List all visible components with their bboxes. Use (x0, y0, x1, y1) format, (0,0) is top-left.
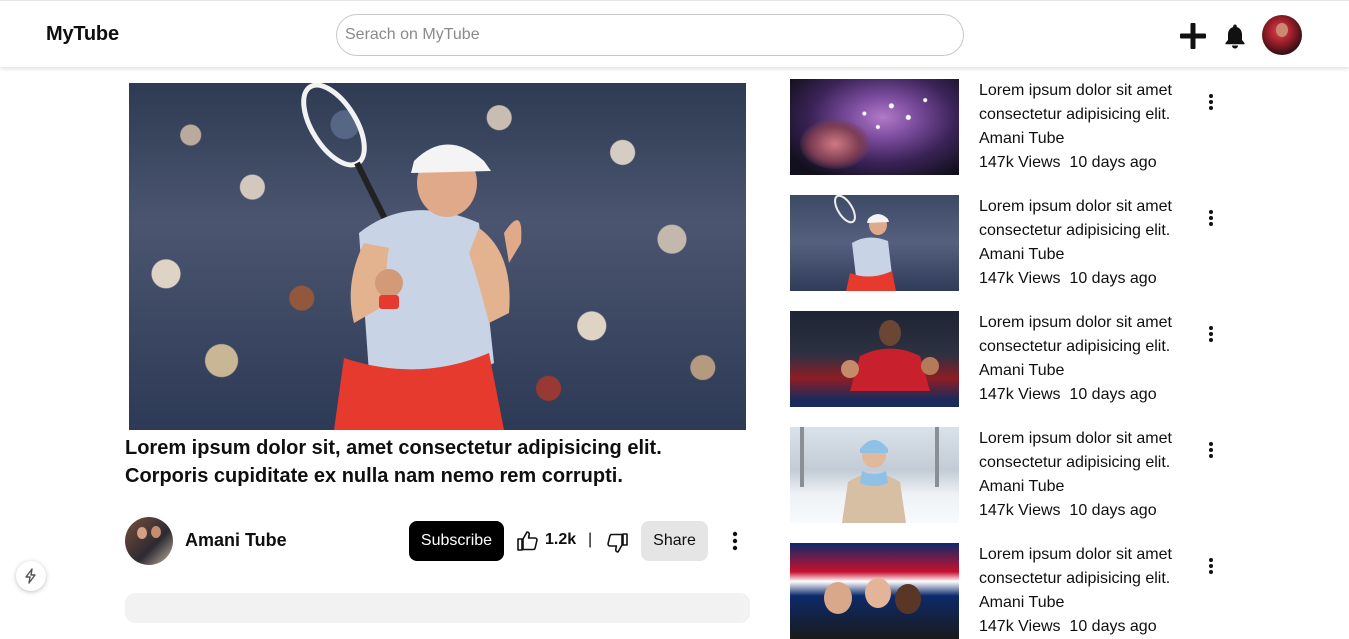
video-frame-image (301, 83, 522, 430)
upload-age: 10 days ago (1069, 618, 1157, 635)
view-count: 147k Views (979, 618, 1061, 635)
recommended-video-title[interactable]: Lorem ipsum dolor sit amet consectetur a… (979, 427, 1189, 475)
view-count: 147k Views (979, 270, 1061, 287)
recommended-video-title[interactable]: Lorem ipsum dolor sit amet consectetur a… (979, 79, 1189, 127)
top-header: MyTube (0, 0, 1349, 67)
upload-age: 10 days ago (1069, 154, 1157, 171)
more-options-icon[interactable] (1203, 91, 1219, 113)
recommended-video[interactable]: Lorem ipsum dolor sit amet consectetur a… (790, 543, 1230, 639)
recommended-video-channel: Amani Tube (979, 478, 1065, 495)
recommended-video[interactable]: Lorem ipsum dolor sit amet consectetur a… (790, 195, 1230, 291)
bolt-icon[interactable] (16, 561, 46, 591)
recommended-video-channel: Amani Tube (979, 130, 1065, 147)
recommended-video-meta: 147k Views 10 days ago (979, 383, 1157, 407)
recommended-video[interactable]: Lorem ipsum dolor sit amet consectetur a… (790, 79, 1230, 175)
bell-icon[interactable] (1224, 23, 1246, 49)
more-options-icon[interactable] (1203, 323, 1219, 345)
view-count: 147k Views (979, 154, 1061, 171)
view-count: 147k Views (979, 502, 1061, 519)
like-divider: | (588, 531, 593, 548)
video-player[interactable] (129, 83, 746, 430)
recommended-video-title[interactable]: Lorem ipsum dolor sit amet consectetur a… (979, 311, 1189, 359)
logo[interactable]: MyTube (46, 23, 119, 46)
upload-age: 10 days ago (1069, 502, 1157, 519)
video-thumbnail[interactable] (790, 427, 959, 523)
recommended-video-meta: 147k Views 10 days ago (979, 499, 1157, 523)
recommended-video[interactable]: Lorem ipsum dolor sit amet consectetur a… (790, 427, 1230, 523)
video-thumbnail[interactable] (790, 543, 959, 639)
recommended-video-channel: Amani Tube (979, 246, 1065, 263)
subscribe-button[interactable]: Subscribe (409, 521, 504, 561)
recommended-video[interactable]: Lorem ipsum dolor sit amet consectetur a… (790, 311, 1230, 407)
channel-avatar[interactable] (125, 517, 173, 565)
channel-name[interactable]: Amani Tube (185, 530, 287, 551)
recommended-video-meta: 147k Views 10 days ago (979, 267, 1157, 291)
recommended-video-title[interactable]: Lorem ipsum dolor sit amet consectetur a… (979, 543, 1189, 591)
recommended-video-meta: 147k Views 10 days ago (979, 151, 1157, 175)
thumbnail-image (800, 427, 939, 523)
video-thumbnail[interactable] (790, 195, 959, 291)
video-thumbnail[interactable] (790, 311, 959, 407)
video-thumbnail[interactable] (790, 79, 959, 175)
description-box[interactable] (125, 593, 750, 623)
thumbs-up-icon[interactable] (516, 529, 540, 553)
recommended-video-channel: Amani Tube (979, 594, 1065, 611)
recommended-video-title[interactable]: Lorem ipsum dolor sit amet consectetur a… (979, 195, 1189, 243)
user-avatar[interactable] (1262, 15, 1302, 55)
thumbnail-image (824, 578, 921, 614)
video-title: Lorem ipsum dolor sit, amet consectetur … (125, 437, 662, 487)
recommended-video-channel: Amani Tube (979, 362, 1065, 379)
more-options-icon[interactable] (726, 530, 744, 552)
recommended-video-meta: 147k Views 10 days ago (979, 615, 1157, 639)
upload-age: 10 days ago (1069, 270, 1157, 287)
like-count: 1.2k (545, 531, 577, 548)
search-input[interactable] (336, 14, 964, 56)
view-count: 147k Views (979, 386, 1061, 403)
thumbnail-image (834, 195, 896, 291)
plus-icon[interactable] (1178, 21, 1208, 51)
thumbs-down-icon[interactable] (605, 531, 629, 555)
more-options-icon[interactable] (1203, 439, 1219, 461)
thumbnail-image (790, 320, 959, 407)
more-options-icon[interactable] (1203, 207, 1219, 229)
share-button[interactable]: Share (641, 521, 708, 561)
upload-age: 10 days ago (1069, 386, 1157, 403)
more-options-icon[interactable] (1203, 555, 1219, 577)
